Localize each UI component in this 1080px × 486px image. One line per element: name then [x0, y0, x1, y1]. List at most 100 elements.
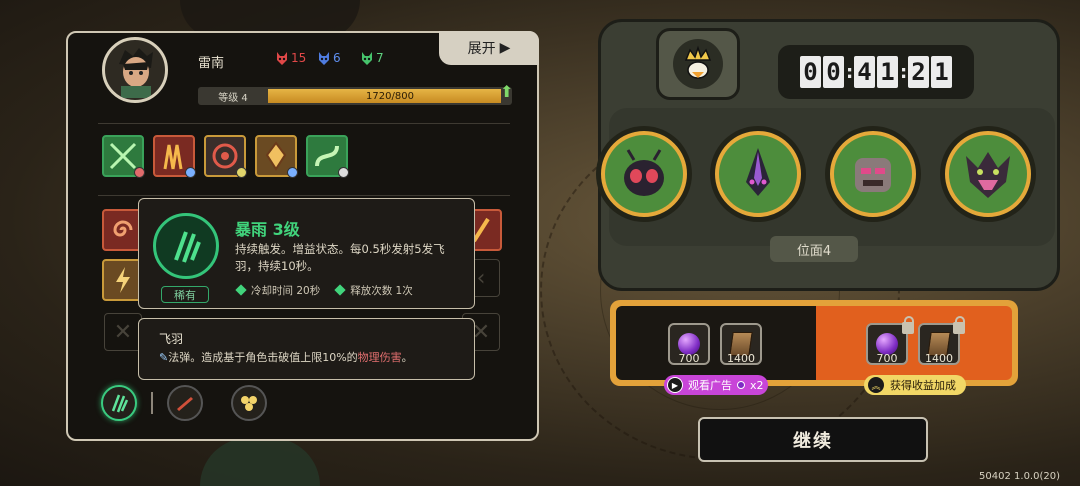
boost-button[interactable]: ︽ 获得收益加成 — [864, 375, 966, 395]
skill-slot-4[interactable] — [255, 135, 298, 178]
skill-slot-1[interactable] — [102, 135, 145, 178]
beetle-boss-icon — [624, 149, 664, 196]
lightning-icon — [116, 267, 130, 293]
stat-red-value: 15 — [291, 51, 307, 65]
rarity-badge: 稀有 — [161, 286, 209, 303]
tab-storm[interactable] — [101, 385, 137, 421]
flame-claw-icon — [163, 144, 183, 170]
golden-totem-icon — [265, 141, 287, 171]
cooldown-text: 冷却时间 20秒 — [251, 285, 321, 297]
watch-ad-label: 观看广告 — [688, 379, 732, 392]
subskill-description: ✎法弹。造成基于角色击破值上限10%的物理伤害。 — [159, 349, 413, 365]
cooldown-stat: 冷却时间 20秒 — [235, 283, 321, 298]
level-label: 等级 4 — [218, 92, 248, 104]
timer-digit: 4 — [854, 56, 875, 88]
empty-slot-1[interactable]: ✕ — [104, 313, 142, 351]
character-avatar[interactable] — [102, 37, 168, 103]
gem-mini-icon — [737, 381, 745, 389]
badge-icon — [185, 167, 196, 178]
skill-stats: 冷却时间 20秒 释放次数 1次 — [235, 283, 413, 298]
serpent-icon — [315, 145, 339, 167]
badge-icon — [134, 167, 145, 178]
timer-digit: 0 — [800, 56, 821, 88]
boss-4[interactable] — [940, 126, 1036, 222]
boosted-gem-value: 700 — [876, 352, 898, 365]
expand-button[interactable]: 展开 ▶ — [439, 31, 539, 65]
triangle-right-icon: ▶ — [499, 40, 511, 56]
subskill-desc-suffix: 。 — [401, 351, 413, 364]
continue-button[interactable]: 继续 — [698, 417, 928, 462]
badge-icon — [287, 167, 298, 178]
level-bar: 等级 4 1720/800 — [198, 87, 512, 105]
badge-icon — [338, 167, 349, 178]
tab-orbs[interactable] — [231, 385, 267, 421]
stat-red: 15 — [276, 50, 306, 66]
boss-ring — [945, 131, 1031, 217]
equipment-tabs — [101, 385, 267, 421]
stat-green-value: 7 — [376, 51, 384, 65]
timer-colon: : — [846, 61, 854, 83]
watch-ad-button[interactable]: ▶ 观看广告 x2 — [664, 375, 768, 395]
subskill-desc-prefix: 法弹。造成基于角色击破值上限10%的 — [168, 351, 358, 364]
boost-label: 获得收益加成 — [890, 379, 956, 392]
target-wheel-icon — [212, 143, 238, 169]
boss-ring — [601, 131, 687, 217]
crown-icon — [684, 45, 712, 79]
lock-icon — [953, 316, 965, 334]
skill-description: 持续触发。增益状态。每0.5秒发射5发飞羽，持续10秒。 — [235, 242, 445, 273]
play-icon: ▶ — [667, 377, 683, 393]
feather-icon: ✎ — [159, 351, 169, 364]
crowned-duck-icon — [673, 39, 723, 89]
damage-type: 物理伤害 — [357, 351, 402, 364]
timer-digit: 1 — [877, 56, 898, 88]
lock-icon — [902, 316, 914, 334]
stat-green: 7 — [361, 50, 384, 66]
subskill-tooltip: 飞羽 ✎法弹。造成基于角色击破值上限10%的物理伤害。 — [138, 318, 475, 380]
reward-card-value: 1400 — [727, 352, 755, 365]
blue-mask-icon — [319, 52, 329, 65]
divider — [98, 123, 510, 124]
expand-label: 展开 — [467, 41, 496, 57]
orbs-icon — [241, 396, 257, 411]
green-mask-icon — [362, 52, 372, 65]
plane-label: 位面4 — [770, 236, 858, 262]
boss-ring — [830, 131, 916, 217]
boss-ring — [715, 131, 801, 217]
crown-badge — [656, 28, 740, 100]
boosted-rewards[interactable] — [816, 306, 1012, 380]
subskill-title: 飞羽 — [159, 332, 184, 346]
reward-gem-value: 700 — [678, 352, 700, 365]
countdown-timer: 0 0 : 4 1 : 2 1 — [778, 45, 974, 99]
storm-skill-icon — [153, 213, 219, 279]
boosted-card-value: 1400 — [925, 352, 953, 365]
character-portrait-icon — [119, 48, 153, 98]
mech-boss-icon — [855, 158, 891, 192]
skill-tooltip: 稀有 暴雨 3级 持续触发。增益状态。每0.5秒发射5发飞羽，持续10秒。 冷却… — [138, 198, 475, 309]
demon-boss-icon — [966, 152, 1010, 198]
double-chevron-up-icon: ︽ — [868, 377, 884, 393]
skill-slot-3[interactable] — [204, 135, 247, 178]
red-mask-icon — [277, 52, 287, 65]
casts-text: 释放次数 1次 — [350, 285, 413, 297]
character-name: 雷南 — [198, 56, 225, 71]
timer-colon: : — [900, 61, 908, 83]
version-text: 50402 1.0.0(20) — [979, 471, 1060, 482]
spike-boss-icon — [746, 148, 770, 196]
separator — [151, 392, 153, 414]
stat-blue: 6 — [318, 50, 341, 66]
boss-1[interactable] — [596, 126, 692, 222]
boss-2[interactable] — [710, 126, 806, 222]
skill-slot-2[interactable] — [153, 135, 196, 178]
divider — [98, 195, 510, 196]
diamond-icon — [334, 284, 346, 296]
badge-icon — [236, 167, 247, 178]
tab-weapon[interactable] — [167, 385, 203, 421]
casts-stat: 释放次数 1次 — [334, 283, 413, 298]
rain-slash-icon — [111, 394, 129, 413]
boss-3[interactable] — [825, 126, 921, 222]
timer-digit: 1 — [931, 56, 952, 88]
skill-slot-5[interactable] — [306, 135, 349, 178]
skill-row-primary — [102, 135, 349, 178]
timer-digit: 2 — [908, 56, 929, 88]
xp-value: 1720/800 — [366, 90, 414, 102]
